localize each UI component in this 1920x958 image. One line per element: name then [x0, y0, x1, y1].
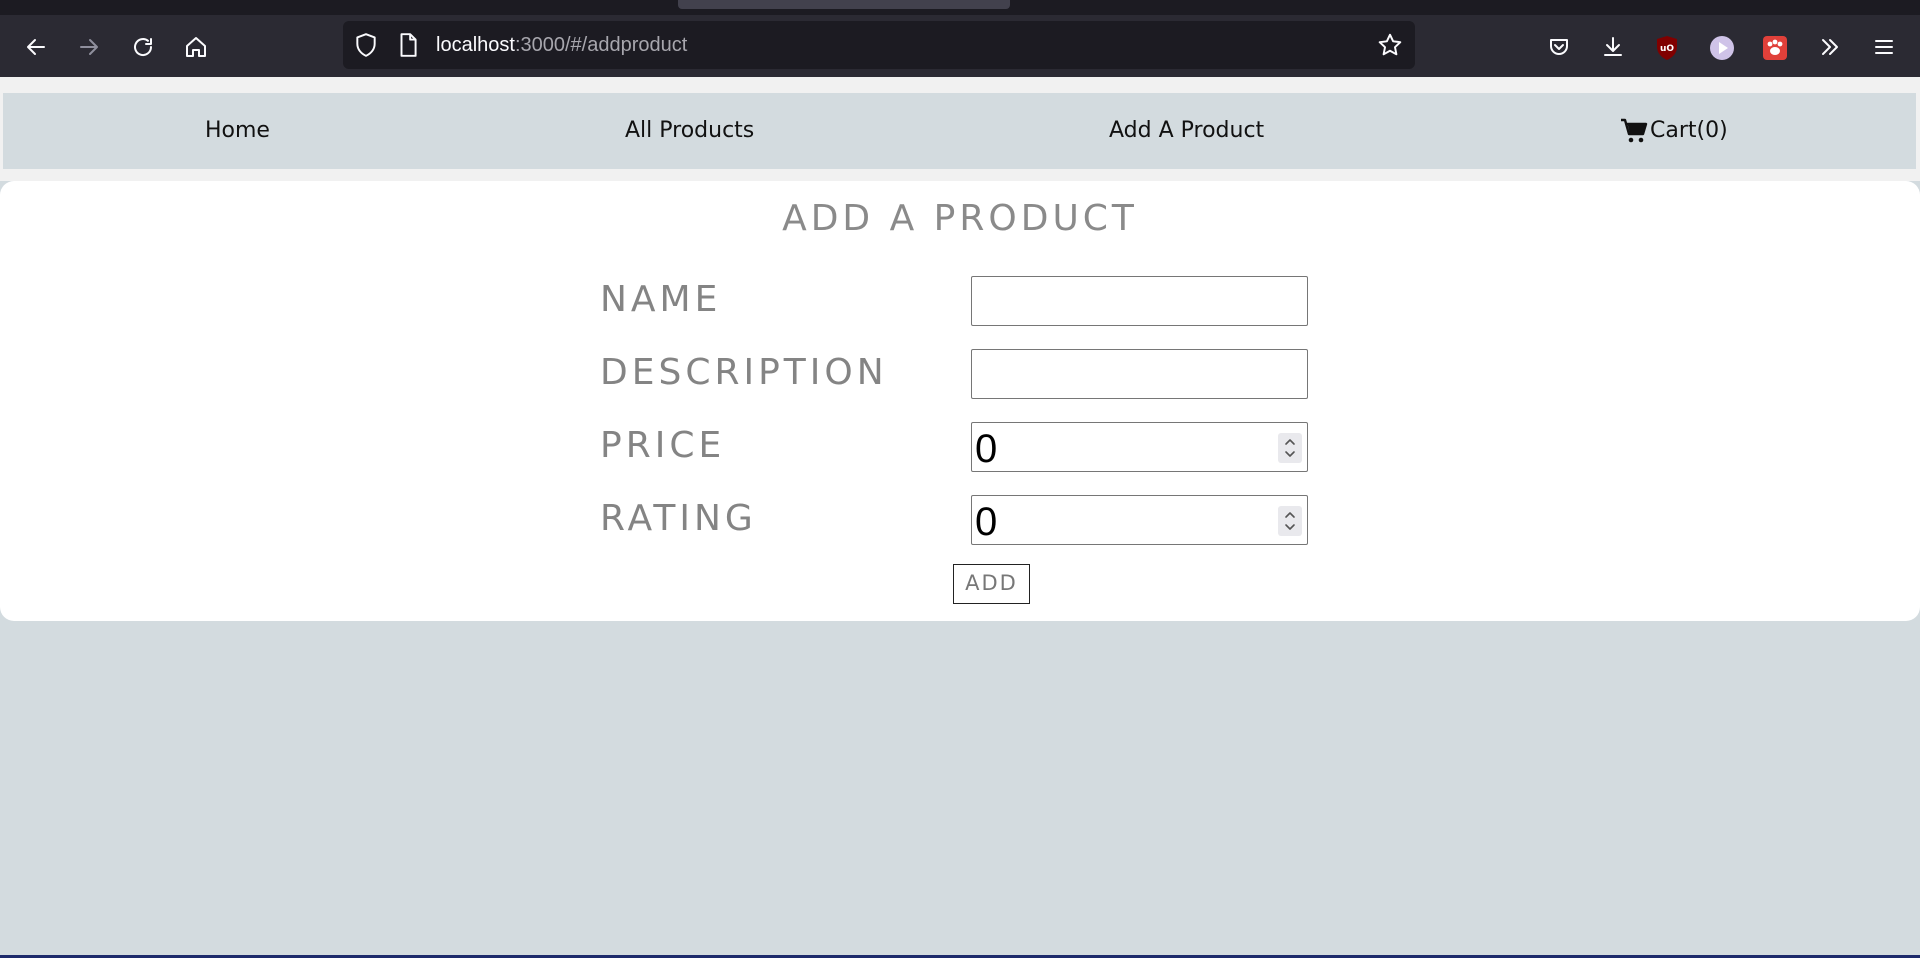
forward-arrow-icon: [80, 39, 98, 55]
name-input[interactable]: [971, 276, 1308, 326]
browser-toolbar: localhost:3000/#/addproduct uO: [0, 15, 1920, 77]
spinner-arrows-icon: [1285, 512, 1295, 530]
add-product-form: ADD A PRODUCT NAME DESCRIPTION PRICE 0 R…: [0, 181, 1920, 621]
form-title: ADD A PRODUCT: [782, 198, 1138, 239]
rating-label: RATING: [600, 498, 757, 539]
download-icon: [1604, 37, 1622, 56]
forward-button[interactable]: [71, 29, 107, 65]
url-path: :3000/#/addproduct: [514, 34, 688, 56]
site-navbar: Home All Products Add A Product Cart(0): [3, 93, 1916, 169]
back-button[interactable]: [18, 29, 54, 65]
price-value: 0: [975, 427, 998, 471]
description-label: DESCRIPTION: [600, 352, 888, 393]
pocket-icon: [1550, 39, 1568, 55]
shield-icon[interactable]: [353, 32, 379, 58]
rating-value: 0: [975, 500, 998, 544]
price-input[interactable]: 0: [971, 422, 1308, 472]
home-button[interactable]: [178, 29, 214, 65]
pocket-button[interactable]: [1541, 29, 1577, 65]
url-host: localhost: [436, 34, 515, 56]
more-tools-button[interactable]: [1812, 29, 1848, 65]
reload-button[interactable]: [125, 29, 161, 65]
reload-icon: [134, 38, 153, 56]
back-arrow-icon: [27, 39, 45, 55]
app-menu-button[interactable]: [1866, 29, 1902, 65]
page-icon[interactable]: [395, 32, 421, 58]
price-spinner[interactable]: [1278, 433, 1302, 463]
rating-input[interactable]: 0: [971, 495, 1308, 545]
shopping-cart-icon: [1621, 118, 1648, 143]
address-bar[interactable]: localhost:3000/#/addproduct: [343, 21, 1415, 69]
chevron-double-right-icon: [1822, 39, 1838, 55]
browser-tab-strip: [0, 0, 1920, 15]
spinner-arrows-icon: [1285, 439, 1295, 457]
nav-add-product-link[interactable]: Add A Product: [1109, 117, 1264, 145]
name-label: NAME: [600, 279, 722, 320]
price-label: PRICE: [600, 425, 726, 466]
hamburger-menu-icon: [1875, 40, 1893, 54]
url-text[interactable]: localhost:3000/#/addproduct: [436, 33, 687, 57]
home-icon: [186, 37, 206, 57]
description-input[interactable]: [971, 349, 1308, 399]
nav-all-products-link[interactable]: All Products: [625, 117, 754, 145]
media-extension-icon[interactable]: [1709, 35, 1735, 61]
active-tab[interactable]: [678, 0, 1010, 9]
nav-cart-link[interactable]: Cart(0): [1620, 117, 1728, 145]
ublock-origin-icon[interactable]: uO: [1655, 35, 1679, 61]
add-button[interactable]: ADD: [953, 564, 1030, 604]
extension-paw-icon[interactable]: [1762, 35, 1788, 61]
downloads-button[interactable]: [1595, 29, 1631, 65]
rating-spinner[interactable]: [1278, 506, 1302, 536]
cart-label: Cart(0): [1650, 118, 1728, 143]
nav-home-link[interactable]: Home: [205, 117, 270, 145]
svg-text:uO: uO: [1660, 44, 1674, 54]
bookmark-star-icon[interactable]: [1377, 32, 1403, 58]
